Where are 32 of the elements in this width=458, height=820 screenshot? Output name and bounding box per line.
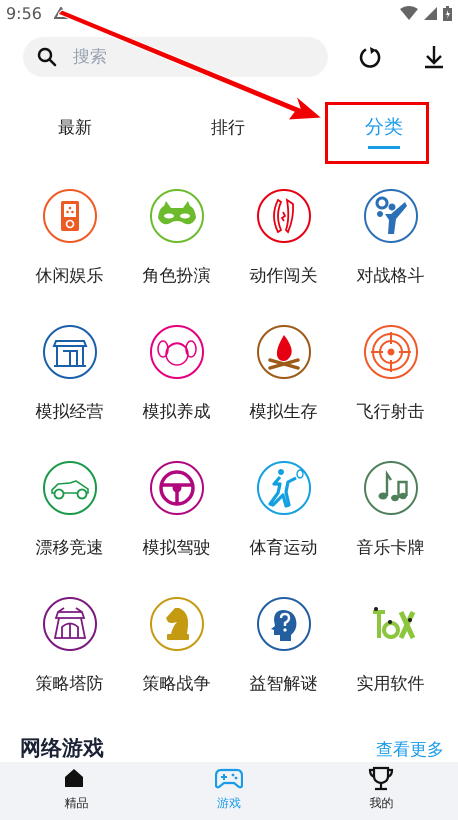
category-item[interactable]: 体育运动: [230, 460, 337, 558]
category-item[interactable]: 策略塔防: [16, 596, 123, 694]
category-item[interactable]: 角色扮演: [123, 188, 230, 286]
nav-tab[interactable]: 精品: [0, 762, 153, 820]
category-tab[interactable]: 最新: [0, 100, 150, 156]
refresh-icon: [358, 45, 382, 69]
category-item[interactable]: 模拟生存: [230, 324, 337, 422]
trophy-icon: [368, 766, 396, 792]
category-item[interactable]: 模拟养成: [123, 324, 230, 422]
search-input[interactable]: 搜索: [71, 46, 275, 68]
warning-icon: [54, 7, 68, 19]
search-icon: [37, 47, 57, 67]
status-time: 9:56: [6, 4, 42, 22]
download-icon: [423, 45, 445, 69]
category-item[interactable]: 实用软件: [337, 596, 444, 694]
category-item[interactable]: 模拟经营: [16, 324, 123, 422]
category-item[interactable]: 动作闯关: [230, 188, 337, 286]
category-item[interactable]: 策略战争: [123, 596, 230, 694]
search-field[interactable]: 搜索: [23, 37, 328, 77]
category-item[interactable]: 音乐卡牌: [337, 460, 444, 558]
nav-tab[interactable]: 我的: [305, 762, 458, 820]
category-item[interactable]: 模拟驾驶: [123, 460, 230, 558]
category-item[interactable]: 对战格斗: [337, 188, 444, 286]
category-item[interactable]: 飞行射击: [337, 324, 444, 422]
battery-icon: [443, 6, 452, 20]
category-item[interactable]: 益智解谜: [230, 596, 337, 694]
section-title: 网络游戏: [20, 735, 104, 762]
category-item[interactable]: 漂移竞速: [16, 460, 123, 558]
wifi-icon: [400, 6, 418, 20]
category-item[interactable]: 休闲娱乐: [16, 188, 123, 286]
category-tab[interactable]: 排行: [150, 100, 306, 156]
signal-icon: [424, 6, 437, 20]
